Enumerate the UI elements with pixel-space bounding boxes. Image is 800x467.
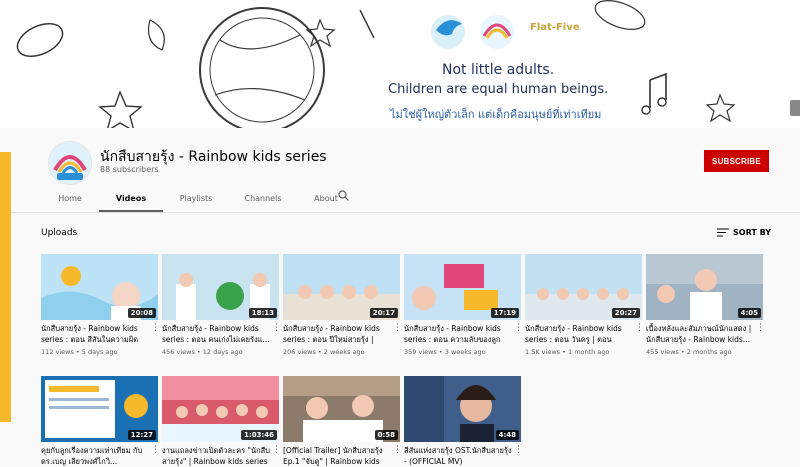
search-icon[interactable] [338,190,349,201]
subscribe-button[interactable]: SUBSCRIBE [704,150,769,172]
more-options-icon[interactable]: ⋮ [635,323,644,333]
video-title[interactable]: นักสืบสายรุ้ง - Rainbow kids series : ตอ… [404,323,512,345]
video-duration: 18:13 [248,308,277,318]
video-title[interactable]: นักสืบสายรุ้ง - Rainbow kids series : ตอ… [41,323,149,345]
left-accent-bar [0,152,11,422]
channel-tabs: Home Videos Playlists Channels About [51,188,341,212]
video-duration: 20:27 [611,308,640,318]
video-title[interactable]: เบื้องหลังและสัมภาษณ์นักแสดง | นักสืบสาย… [646,323,754,345]
tab-playlists[interactable]: Playlists [177,188,215,212]
more-options-icon[interactable]: ⋮ [151,323,160,333]
video-thumbnail[interactable]: 1:03:46 [162,376,279,442]
video-duration: 4:48 [495,430,519,440]
tab-home[interactable]: Home [51,188,89,212]
video-meta: 1.5K views • 1 month ago [525,348,610,356]
more-options-icon[interactable]: ⋮ [272,323,281,333]
video-meta: 456 views • 12 days ago [162,348,243,356]
video-title[interactable]: นักสืบสายรุ้ง - Rainbow kids series : ตอ… [525,323,633,345]
video-thumbnail[interactable]: 18:13 [162,254,279,320]
header-divider [11,212,800,213]
more-options-icon[interactable]: ⋮ [393,323,402,333]
video-thumbnail[interactable]: 20:08 [41,254,158,320]
more-options-icon[interactable]: ⋮ [272,445,281,455]
tab-about[interactable]: About [311,188,341,212]
video-thumbnail[interactable]: 12:27 [41,376,158,442]
channel-header: นักสืบสายรุ้ง - Rainbow kids series 88 s… [11,128,800,212]
more-options-icon[interactable]: ⋮ [514,445,523,455]
video-thumbnail[interactable]: 17:19 [404,254,521,320]
video-duration: 0:58 [374,430,398,440]
flat-five-logo: Flat-Five [530,22,580,33]
video-duration: 4:05 [737,308,761,318]
video-thumbnail[interactable]: 4:48 [404,376,521,442]
video-title[interactable]: นักสืบสายรุ้ง - Rainbow kids series : ตอ… [162,323,270,345]
banner-line-2: Children are equal human beings. [388,82,609,97]
tab-channels[interactable]: Channels [243,188,283,212]
tab-videos[interactable]: Videos [99,188,163,212]
sort-icon [717,228,729,237]
video-meta: 206 views • 2 weeks ago [283,348,365,356]
sort-label: SORT BY [733,228,772,237]
banner-scroll-handle[interactable] [790,100,800,116]
more-options-icon[interactable]: ⋮ [393,445,402,455]
video-duration: 20:08 [127,308,156,318]
video-meta: 112 views • 5 days ago [41,348,118,356]
video-meta: 359 views • 3 weeks ago [404,348,486,356]
more-options-icon[interactable]: ⋮ [151,445,160,455]
channel-banner: Flat-Five Not little adults. Children ar… [0,0,800,128]
more-options-icon[interactable]: ⋮ [514,323,523,333]
channel-avatar[interactable] [49,142,91,184]
video-thumbnail[interactable]: 20:27 [525,254,642,320]
sort-by-button[interactable]: SORT BY [717,228,771,237]
rainbow-logo-icon [49,142,91,184]
banner-line-1: Not little adults. [442,62,555,78]
video-thumbnail[interactable]: 0:58 [283,376,400,442]
video-title[interactable]: นักสืบสายรุ้ง - Rainbow kids series : ตอ… [283,323,391,345]
banner-line-3: ไม่ใช่ผู้ใหญ่ตัวเล็ก แต่เด็กคือมนุษย์ที่… [390,108,602,121]
more-options-icon[interactable]: ⋮ [756,323,765,333]
video-duration: 20:17 [369,308,398,318]
video-thumbnail[interactable]: 4:05 [646,254,763,320]
uploads-heading: Uploads [41,228,78,238]
subscriber-count: 88 subscribers [100,165,159,174]
video-thumbnail[interactable]: 20:17 [283,254,400,320]
video-duration: 12:27 [127,430,156,440]
video-meta: 455 views • 2 months ago [646,348,732,356]
video-duration: 1:03:46 [241,430,277,440]
video-duration: 17:19 [490,308,519,318]
